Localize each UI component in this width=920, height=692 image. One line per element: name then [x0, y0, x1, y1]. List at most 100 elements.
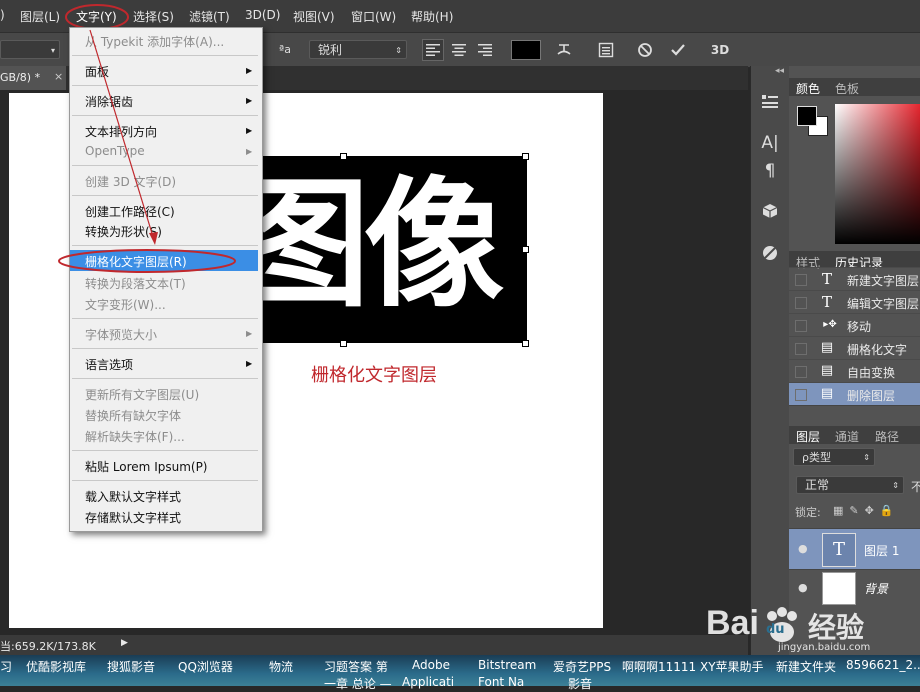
status-menu-arrow[interactable]: ▶	[121, 638, 128, 648]
history-row-selected[interactable]: ▤ 删除图层	[789, 382, 920, 405]
close-tab-icon[interactable]: ×	[54, 70, 63, 83]
history-checkbox[interactable]	[795, 389, 807, 401]
menu-update-all-text[interactable]: 更新所有文字图层(U)	[85, 386, 199, 403]
history-row[interactable]: T 新建文字图层	[789, 267, 920, 290]
history-row[interactable]: ▤ 栅格化文字	[789, 336, 920, 359]
transform-handle[interactable]	[340, 340, 347, 347]
color-spectrum[interactable]	[835, 104, 920, 244]
transform-handle[interactable]	[340, 153, 347, 160]
menu-orientation[interactable]: 文本排列方向	[85, 123, 157, 140]
taskbar-item[interactable]: 8596621_2...	[846, 658, 920, 672]
cancel-button[interactable]	[634, 39, 656, 61]
eye-icon[interactable]: ●	[798, 542, 808, 555]
menu-create-3d[interactable]: 创建 3D 文字(D)	[85, 173, 176, 190]
taskbar-item[interactable]: 优酷影视库	[26, 658, 86, 675]
foreground-color-swatch[interactable]	[797, 106, 817, 126]
history-row[interactable]: T 编辑文字图层	[789, 290, 920, 313]
align-center-button[interactable]	[448, 39, 470, 61]
history-row[interactable]: ▤ 自由变换	[789, 359, 920, 382]
taskbar-item[interactable]: 爱奇艺PPS	[553, 658, 611, 675]
taskbar-item[interactable]: 习题答案 第	[324, 658, 388, 675]
layer-name[interactable]: 背景	[864, 580, 888, 597]
menu-item-3d[interactable]: 3D(D)	[245, 8, 280, 22]
transform-handle[interactable]	[522, 153, 529, 160]
antialias-select[interactable]: 锐利 ⇕	[309, 40, 407, 59]
properties-panel-icon[interactable]	[758, 90, 782, 112]
menu-item-select[interactable]: 选择(S)	[133, 8, 174, 25]
menu-create-work-path[interactable]: 创建工作路径(C)	[85, 203, 175, 220]
taskbar-item[interactable]: 物流	[269, 658, 293, 675]
history-row[interactable]: ▸✥ 移动	[789, 313, 920, 336]
layer-row-selected[interactable]: ● T 图层 1	[789, 528, 920, 570]
menu-item-view[interactable]: 视图(V)	[293, 8, 335, 25]
character-panel-icon[interactable]: A|	[758, 132, 782, 154]
submenu-arrow-icon: ▶	[246, 329, 253, 338]
menu-save-default-style[interactable]: 存储默认文字样式	[85, 509, 181, 526]
tab-layers[interactable]: 图层	[796, 428, 820, 445]
taskbar-item[interactable]: 搜狐影音	[107, 658, 155, 675]
menu-font-preview-size[interactable]: 字体预览大小	[85, 326, 157, 343]
layer-name[interactable]: 图层 1	[864, 542, 899, 559]
warp-text-button[interactable]	[553, 39, 575, 61]
blend-mode-select[interactable]: 正常 ⇕	[796, 476, 904, 494]
menu-item-partial[interactable]: )	[0, 8, 5, 22]
menu-replace-missing[interactable]: 替换所有缺欠字体	[85, 407, 181, 424]
history-checkbox[interactable]	[795, 297, 807, 309]
menu-language-options[interactable]: 语言选项	[85, 356, 133, 373]
taskbar-item-sub: Font Na	[478, 675, 525, 689]
submenu-arrow-icon: ▶	[246, 96, 253, 105]
taskbar-item[interactable]: XY苹果助手	[700, 658, 764, 675]
menu-opentype[interactable]: OpenType	[85, 144, 145, 158]
paragraph-panel-icon[interactable]: ¶	[758, 160, 782, 182]
history-checkbox[interactable]	[795, 274, 807, 286]
menu-warp-text[interactable]: 文字变形(W)...	[85, 296, 166, 313]
lock-icons[interactable]: ▦✎✥🔒	[833, 504, 900, 517]
menu-load-default-style[interactable]: 载入默认文字样式	[85, 488, 181, 505]
taskbar-item[interactable]: Bitstream	[478, 658, 536, 672]
menu-typekit[interactable]: 从 Typekit 添加字体(A)...	[85, 33, 224, 50]
taskbar-item[interactable]: 新建文件夹	[776, 658, 836, 675]
document-tab[interactable]: GB/8) * ×	[0, 66, 66, 90]
taskbar-item[interactable]: 啊啊啊11111	[622, 658, 696, 675]
menu-resolve-missing[interactable]: 解析缺失字体(F)...	[85, 428, 185, 445]
menu-item-help[interactable]: 帮助(H)	[411, 8, 453, 25]
font-size-select[interactable]: ▾	[0, 40, 60, 59]
transform-handle[interactable]	[522, 246, 529, 253]
transform-handle[interactable]	[522, 340, 529, 347]
tab-channels[interactable]: 通道	[835, 428, 859, 445]
history-checkbox[interactable]	[795, 320, 807, 332]
menu-convert-shape[interactable]: 转换为形状(S)	[85, 223, 162, 240]
collapse-dock-icon[interactable]: ◂◂	[775, 66, 784, 76]
taskbar-item[interactable]: QQ浏览器	[178, 658, 233, 675]
menu-antialias[interactable]: 消除锯齿	[85, 93, 133, 110]
text-color-swatch[interactable]	[511, 40, 541, 60]
align-center-icon	[452, 44, 466, 56]
3d-panel-icon[interactable]	[758, 200, 782, 222]
menu-item-layer[interactable]: 图层(L)	[20, 8, 60, 25]
menu-panels[interactable]: 面板	[85, 63, 109, 80]
taskbar-item[interactable]: Adobe	[412, 658, 450, 672]
menu-convert-paragraph[interactable]: 转换为段落文本(T)	[85, 275, 186, 292]
menu-paste-lorem[interactable]: 粘贴 Lorem Ipsum(P)	[85, 458, 208, 475]
tab-paths[interactable]: 路径	[875, 428, 899, 445]
align-left-button[interactable]	[422, 39, 444, 61]
align-right-button[interactable]	[474, 39, 496, 61]
commit-button[interactable]	[667, 39, 689, 61]
history-checkbox[interactable]	[795, 343, 807, 355]
layer-filter-select[interactable]: ρ类型 ⇕	[793, 448, 875, 466]
menu-item-window[interactable]: 窗口(W)	[351, 8, 396, 25]
submenu-arrow-icon: ▶	[246, 147, 253, 156]
layer-row[interactable]: ● 背景	[789, 569, 920, 606]
tab-swatches[interactable]: 色板	[835, 80, 859, 97]
taskbar-item[interactable]: 习	[0, 658, 12, 675]
history-checkbox[interactable]	[795, 366, 807, 378]
tab-color[interactable]: 颜色	[796, 80, 820, 97]
menu-item-filter[interactable]: 滤镜(T)	[189, 8, 230, 25]
adjustments-panel-icon[interactable]	[758, 242, 782, 264]
eye-icon[interactable]: ●	[798, 581, 808, 594]
text-layer-preview[interactable]: 图像	[230, 156, 527, 343]
char-panel-button[interactable]	[595, 39, 617, 61]
3d-button[interactable]: 3D	[707, 39, 733, 61]
text-layer-glyphs: 图像	[230, 163, 504, 327]
menu-rasterize-type-layer[interactable]: 栅格化文字图层(R)	[85, 253, 187, 270]
